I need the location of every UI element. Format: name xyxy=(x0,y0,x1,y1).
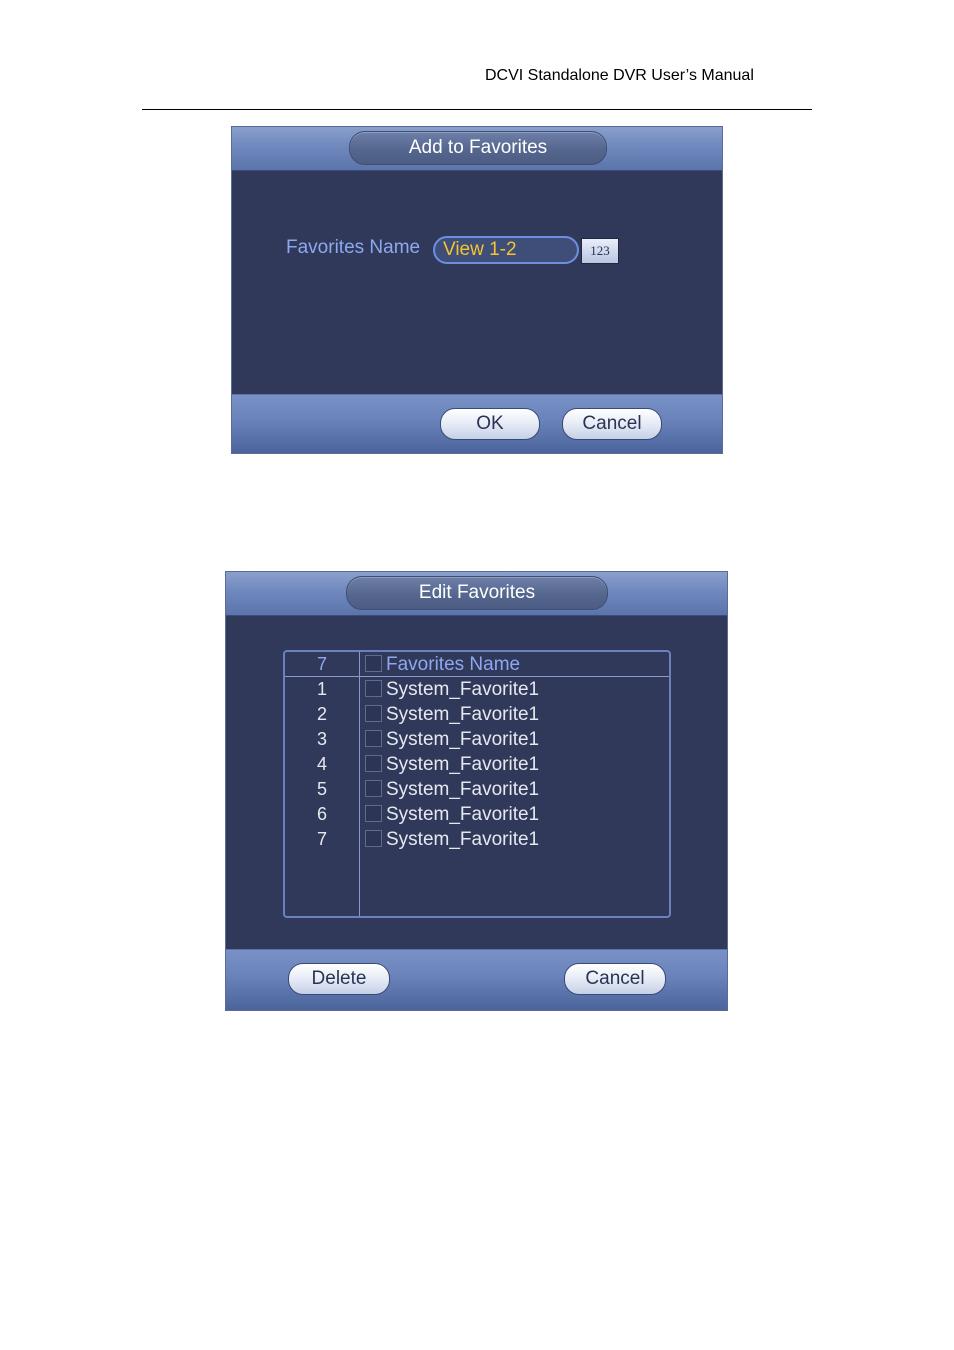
cancel-button[interactable]: Cancel xyxy=(564,963,666,995)
table-header-row: 7 Favorites Name xyxy=(285,652,669,677)
row-index: 5 xyxy=(316,779,327,799)
dialog-footer: OK Cancel xyxy=(232,394,722,453)
table-row[interactable]: 7 System_Favorite1 xyxy=(285,827,669,852)
document-header: DCVI Standalone DVR User’s Manual xyxy=(485,67,754,84)
favorites-name-label: Favorites Name xyxy=(286,237,421,258)
row-checkbox[interactable] xyxy=(365,705,382,722)
row-checkbox[interactable] xyxy=(365,780,382,797)
header-count: 7 xyxy=(316,654,327,674)
row-checkbox[interactable] xyxy=(365,755,382,772)
edit-favorites-dialog: Edit Favorites 7 Favorites Name 1 System… xyxy=(225,571,728,1011)
add-to-favorites-dialog: Add to Favorites Favorites Name View 1-2… xyxy=(231,126,723,454)
keyboard-button[interactable]: 123 xyxy=(581,238,619,264)
row-name: System_Favorite1 xyxy=(386,704,540,725)
dialog-footer: Delete Cancel xyxy=(226,949,727,1010)
header-favorites-name: Favorites Name xyxy=(386,654,521,675)
row-index: 7 xyxy=(316,829,327,849)
dialog-title: Edit Favorites xyxy=(346,576,608,610)
row-name: System_Favorite1 xyxy=(386,729,540,750)
dialog-title: Add to Favorites xyxy=(349,131,607,165)
table-row[interactable]: 5 System_Favorite1 xyxy=(285,777,669,802)
dialog-titlebar: Edit Favorites xyxy=(226,572,727,616)
table-row[interactable]: 4 System_Favorite1 xyxy=(285,752,669,777)
row-checkbox[interactable] xyxy=(365,830,382,847)
row-name: System_Favorite1 xyxy=(386,754,540,775)
row-checkbox[interactable] xyxy=(365,680,382,697)
delete-button[interactable]: Delete xyxy=(288,963,390,995)
table-row[interactable]: 6 System_Favorite1 xyxy=(285,802,669,827)
row-name: System_Favorite1 xyxy=(386,829,540,850)
row-index: 1 xyxy=(316,679,327,699)
dialog-titlebar: Add to Favorites xyxy=(232,127,722,171)
favorites-table: 7 Favorites Name 1 System_Favorite1 2 Sy… xyxy=(283,650,671,918)
row-name: System_Favorite1 xyxy=(386,779,540,800)
row-index: 6 xyxy=(316,804,327,824)
row-index: 3 xyxy=(316,729,327,749)
favorites-name-input[interactable]: View 1-2 xyxy=(433,236,579,264)
table-row[interactable]: 3 System_Favorite1 xyxy=(285,727,669,752)
row-checkbox[interactable] xyxy=(365,805,382,822)
select-all-checkbox[interactable] xyxy=(365,655,382,672)
row-index: 2 xyxy=(316,704,327,724)
table-row[interactable]: 2 System_Favorite1 xyxy=(285,702,669,727)
header-rule xyxy=(142,109,812,110)
row-name: System_Favorite1 xyxy=(386,804,540,825)
row-name: System_Favorite1 xyxy=(386,679,540,700)
row-checkbox[interactable] xyxy=(365,730,382,747)
row-index: 4 xyxy=(316,754,327,774)
cancel-button[interactable]: Cancel xyxy=(562,408,662,440)
ok-button[interactable]: OK xyxy=(440,408,540,440)
table-row[interactable]: 1 System_Favorite1 xyxy=(285,677,669,702)
